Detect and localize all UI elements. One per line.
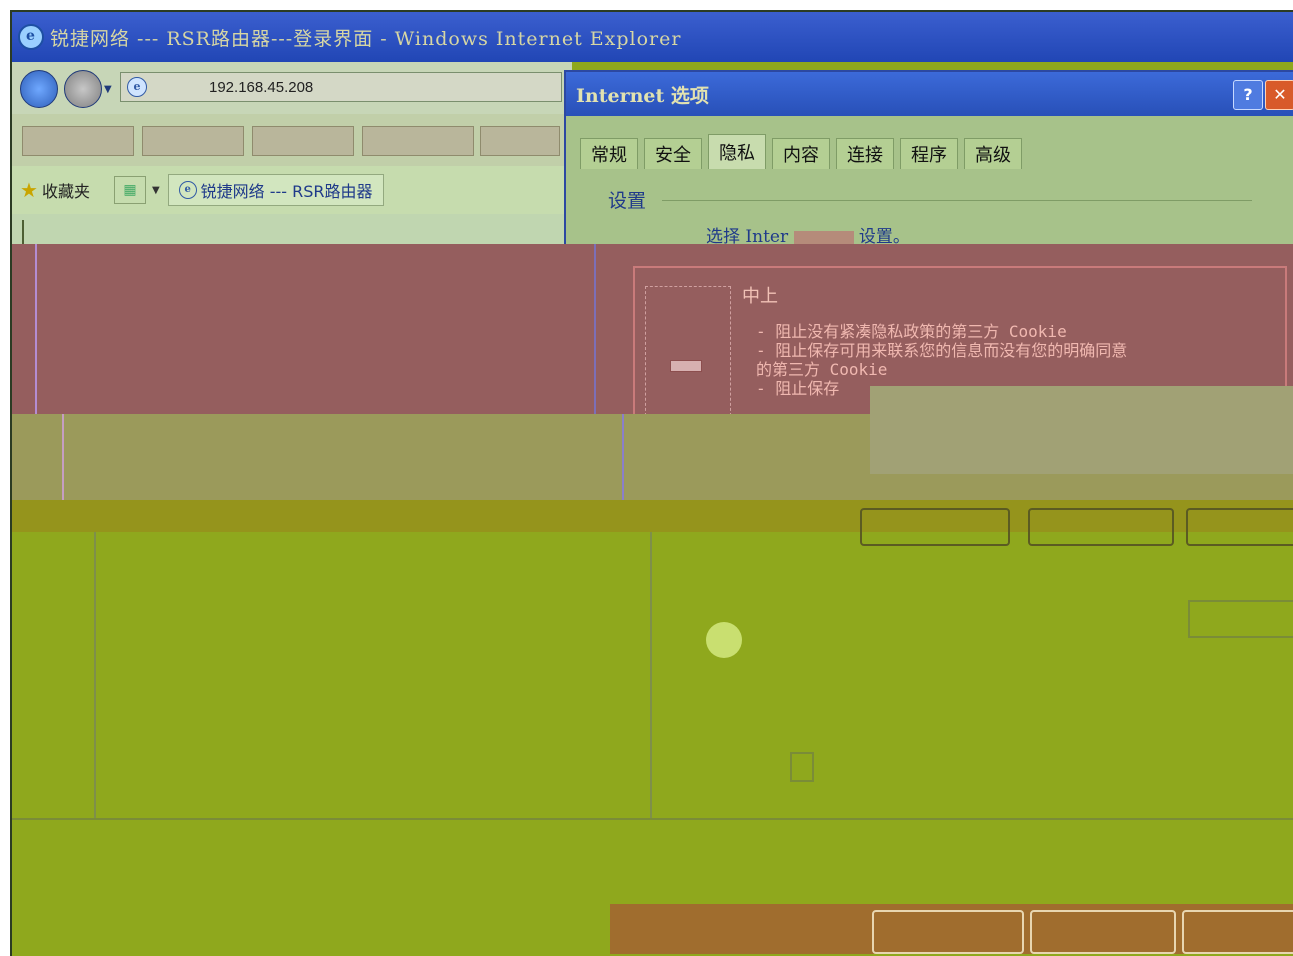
favorites-label[interactable]: 收藏夹: [42, 178, 90, 202]
tab-label: 锐捷网络 --- RSR路由器: [200, 182, 373, 201]
window-title: 锐捷网络 --- RSR路由器---登录界面 - Windows Interne…: [50, 27, 682, 50]
history-dropdown-icon[interactable]: ▼: [104, 84, 112, 95]
level-line: - 阻止保存可用来联系您的信息而没有您的明确同意: [756, 341, 1128, 360]
tab-general[interactable]: 常规: [580, 138, 638, 169]
menu-block[interactable]: [252, 126, 354, 156]
menu-block[interactable]: [142, 126, 244, 156]
dialog-title: Internet 选项: [576, 84, 709, 107]
browser-title-bar: e 锐捷网络 --- RSR路由器---登录界面 - Windows Inter…: [12, 12, 1293, 62]
dialog-button[interactable]: [1186, 508, 1293, 546]
dialog-button[interactable]: [1182, 910, 1293, 954]
privacy-slider-track[interactable]: [645, 286, 731, 416]
overlay-block: [870, 386, 1293, 474]
menu-block[interactable]: [362, 126, 474, 156]
divider: [94, 532, 96, 818]
browser-tab[interactable]: e 锐捷网络 --- RSR路由器: [167, 174, 384, 206]
divider: [622, 414, 624, 502]
favorites-bar: ★ 收藏夹 ▦ ▼ e 锐捷网络 --- RSR路由器: [12, 166, 572, 214]
dialog-title-bar: Internet 选项: [566, 72, 1293, 116]
divider: [12, 818, 1293, 820]
dialog-button[interactable]: [1028, 508, 1174, 546]
dialog-tabs: 常规 安全 隐私 内容 连接 程序 高级: [580, 134, 1028, 169]
tab-programs[interactable]: 程序: [900, 138, 958, 169]
favorites-star-icon[interactable]: ★: [20, 178, 38, 202]
help-button[interactable]: ?: [1233, 80, 1263, 110]
privacy-level-name: 中上: [742, 286, 778, 307]
address-url: 192.168.45.208: [209, 78, 314, 96]
tab-advanced[interactable]: 高级: [964, 138, 1022, 169]
dialog-button[interactable]: [1030, 910, 1176, 954]
tab-list-dropdown-icon[interactable]: ▼: [152, 185, 160, 196]
divider: [650, 532, 652, 818]
divider: [62, 414, 64, 502]
address-bar[interactable]: e 192.168.45.208: [120, 72, 562, 102]
dialog-button[interactable]: [860, 508, 1010, 546]
settings-group-label: 设置: [608, 190, 647, 212]
privacy-slider-thumb[interactable]: [670, 360, 702, 372]
address-toolbar: ▼ e 192.168.45.208: [12, 62, 572, 114]
divider: [594, 244, 596, 414]
tab-content[interactable]: 内容: [772, 138, 830, 169]
quick-tabs-icon[interactable]: ▦: [113, 176, 146, 204]
tab-connections[interactable]: 连接: [836, 138, 894, 169]
menu-strip: [12, 114, 572, 166]
menu-block[interactable]: [22, 126, 134, 156]
internet-options-dialog: Internet 选项 ? ✕ 常规 安全 隐私 内容 连接 程序 高级 设置 …: [564, 70, 1293, 254]
tab-privacy[interactable]: 隐私: [708, 134, 766, 169]
small-box: [790, 752, 814, 782]
ie-logo-icon: e: [18, 24, 44, 50]
close-button[interactable]: ✕: [1265, 80, 1293, 110]
dialog-button[interactable]: [872, 910, 1024, 954]
forward-button[interactable]: [64, 70, 102, 108]
page-strip: [12, 214, 564, 246]
status-icon: [706, 622, 742, 658]
level-line: 的第三方 Cookie: [756, 360, 888, 379]
page-icon: e: [127, 77, 147, 97]
level-line: - 阻止没有紧凑隐私政策的第三方 Cookie: [756, 322, 1067, 341]
back-button[interactable]: [20, 70, 58, 108]
tab-page-icon: e: [178, 181, 197, 199]
side-panel-button[interactable]: [1188, 600, 1293, 638]
tab-security[interactable]: 安全: [644, 138, 702, 169]
garbled-region: [793, 230, 854, 245]
settings-divider: [662, 200, 1252, 201]
divider: [35, 244, 37, 414]
menu-block[interactable]: [480, 126, 560, 156]
